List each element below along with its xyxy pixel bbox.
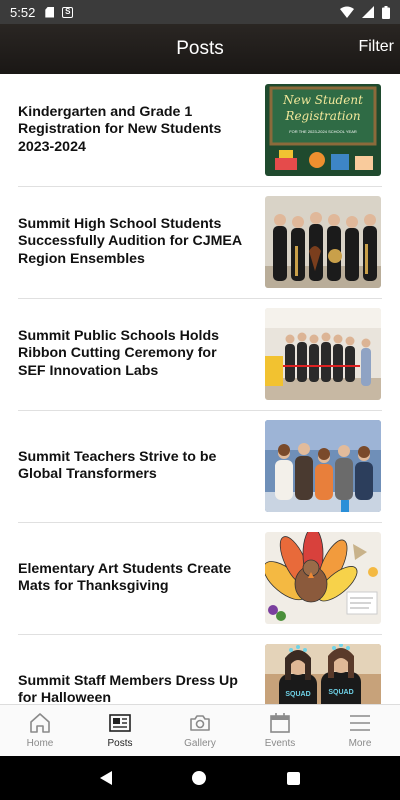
- app-header: Posts Filter: [0, 24, 400, 74]
- post-title: Kindergarten and Grade 1 Registration fo…: [18, 103, 222, 155]
- ribbon-ceremony-photo: [265, 308, 381, 400]
- thumb-headline-2: Registration: [284, 109, 360, 123]
- screen: 5:52 S Posts Filter Kindergarten and Gra…: [0, 0, 400, 800]
- thumb-subline: FOR THE 2023-2024 SCHOOL YEAR: [289, 129, 357, 134]
- notification-icons: S: [45, 6, 74, 18]
- post-thumbnail: SQUAD SQUAD: [265, 644, 381, 704]
- sd-card-icon: [45, 6, 55, 18]
- system-navigation-bar: [0, 756, 400, 800]
- recent-apps-icon[interactable]: [286, 771, 300, 785]
- nav-more[interactable]: More: [320, 705, 400, 756]
- battery-icon: [382, 5, 390, 19]
- post-thumbnail: [265, 420, 381, 512]
- status-bar: 5:52 S: [0, 0, 400, 24]
- musicians-photo: [265, 196, 381, 288]
- thumb-headline: New Student: [282, 93, 363, 107]
- back-icon[interactable]: [100, 771, 113, 785]
- page-title: Posts: [176, 38, 224, 59]
- shirt-text-right: SQUAD: [328, 689, 353, 696]
- home-icon: [30, 713, 50, 733]
- posts-icon: [109, 714, 131, 732]
- post-item[interactable]: Summit Staff Members Dress Up for Hallow…: [0, 634, 400, 704]
- app-notification-icon: S: [62, 6, 74, 18]
- post-title: Summit Staff Members Dress Up for Hallow…: [18, 672, 238, 705]
- system-status-icons: [340, 5, 390, 19]
- post-title: Summit Teachers Strive to be Global Tran…: [18, 448, 217, 483]
- menu-icon: [350, 715, 370, 731]
- nav-events[interactable]: Events: [240, 705, 320, 756]
- post-title: Elementary Art Students Create Mats for …: [18, 560, 232, 595]
- halloween-photo: SQUAD SQUAD: [265, 644, 381, 704]
- nav-gallery[interactable]: Gallery: [160, 705, 240, 756]
- post-title: Summit High School Students Successfully…: [18, 215, 242, 267]
- shirt-text-left: SQUAD: [285, 691, 310, 698]
- post-thumbnail: [265, 196, 381, 288]
- signal-icon: [362, 6, 374, 18]
- nav-posts-label: Posts: [107, 738, 133, 749]
- nav-home[interactable]: Home: [0, 705, 80, 756]
- registration-graphic: New Student Registration FOR THE 2023-20…: [265, 84, 381, 176]
- nav-events-label: Events: [264, 738, 296, 749]
- nav-posts[interactable]: Posts: [80, 705, 160, 756]
- filter-button[interactable]: Filter: [358, 38, 394, 56]
- post-thumbnail: [265, 532, 381, 624]
- teachers-photo: [265, 420, 381, 512]
- nav-more-label: More: [348, 738, 372, 749]
- post-item[interactable]: Elementary Art Students Create Mats for …: [0, 522, 400, 634]
- post-title: Summit Public Schools Holds Ribbon Cutti…: [18, 327, 220, 379]
- turkey-art-photo: [265, 532, 381, 624]
- wifi-icon: [340, 6, 354, 18]
- home-circle-icon[interactable]: [192, 771, 207, 785]
- post-item[interactable]: Summit Teachers Strive to be Global Tran…: [0, 410, 400, 522]
- nav-home-label: Home: [26, 738, 54, 749]
- post-thumbnail: New Student Registration FOR THE 2023-20…: [265, 84, 381, 176]
- post-item[interactable]: Summit High School Students Successfully…: [0, 186, 400, 298]
- status-time: 5:52: [10, 4, 36, 20]
- post-item[interactable]: Kindergarten and Grade 1 Registration fo…: [0, 74, 400, 186]
- bottom-navigation: Home Posts Gallery Events More: [0, 704, 400, 756]
- post-list[interactable]: Kindergarten and Grade 1 Registration fo…: [0, 74, 400, 704]
- post-thumbnail: [265, 308, 381, 400]
- nav-gallery-label: Gallery: [184, 738, 216, 749]
- calendar-icon: [270, 713, 290, 733]
- post-item[interactable]: Summit Public Schools Holds Ribbon Cutti…: [0, 298, 400, 410]
- camera-icon: [190, 715, 210, 731]
